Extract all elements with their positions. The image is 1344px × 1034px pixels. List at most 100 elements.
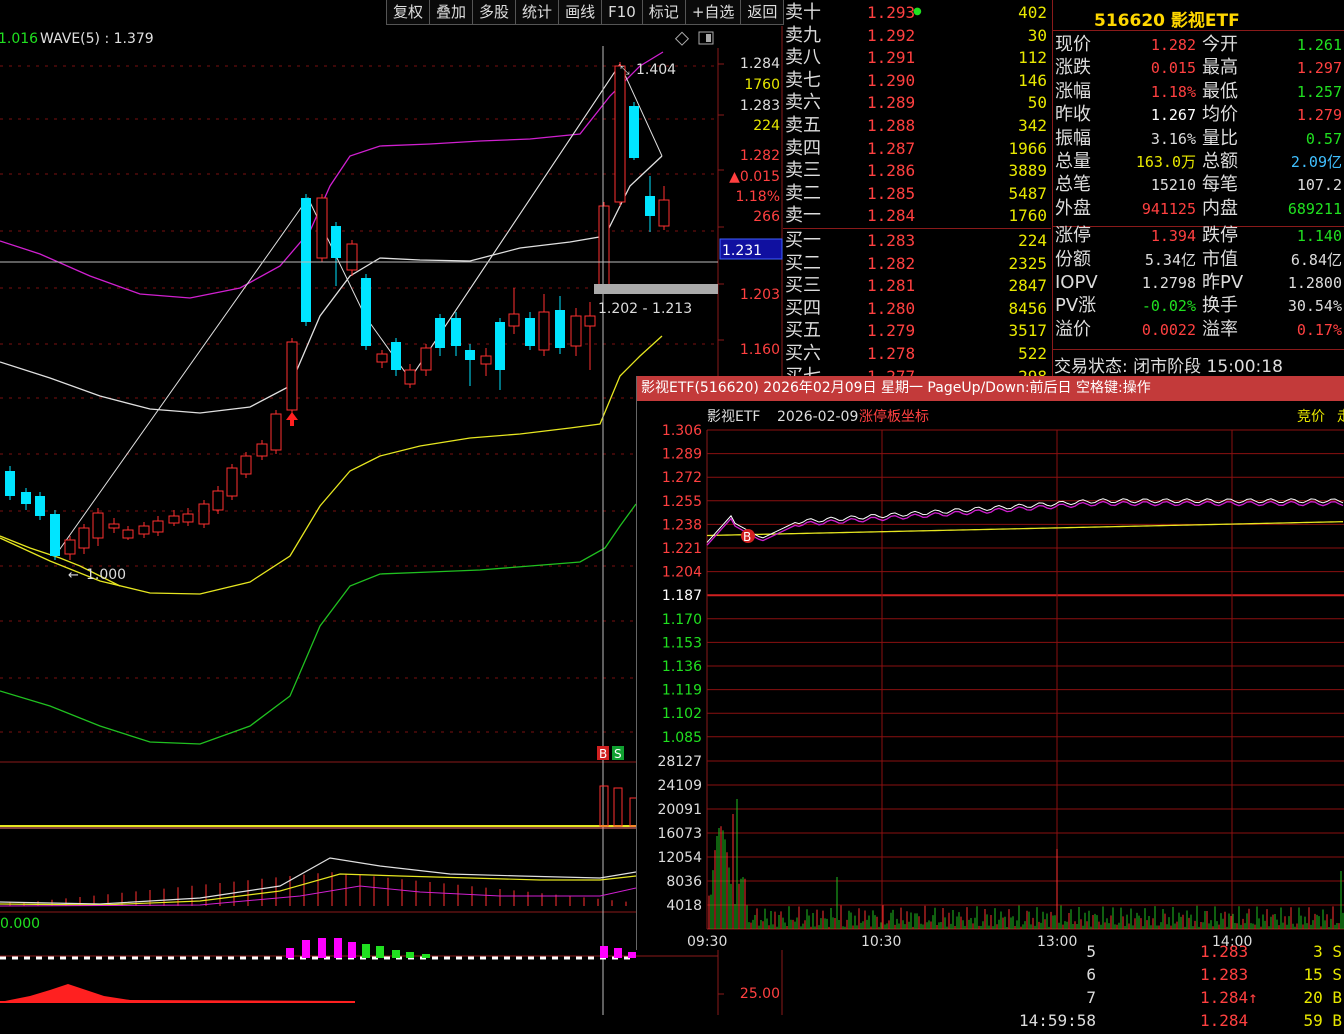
price-tick-5: 1.221 [662, 541, 702, 557]
orderbook-volume: 112 [1018, 48, 1047, 68]
macd-bar [334, 938, 342, 958]
quote-value: 1.2798 [1141, 274, 1196, 292]
orderbook-row[interactable]: 买一 1.283 224 [783, 230, 1051, 253]
orderbook-row[interactable]: 卖六 1.289 50 [783, 92, 1051, 115]
price-tick-9: 1.153 [662, 635, 702, 651]
axis-label-9: 1.160 [740, 342, 780, 358]
orderbook-price: 1.293 [867, 3, 916, 22]
toolbar-button-3[interactable]: 统计 [515, 0, 560, 25]
candle-body [465, 350, 475, 360]
quote-value: 0.57 [1305, 129, 1342, 148]
macd-bar [318, 938, 326, 958]
orderbook-row[interactable]: 买三 1.281 2847 [783, 275, 1051, 298]
toolbar-button-1[interactable]: 叠加 [429, 0, 474, 25]
quote-value: 15210 [1150, 176, 1196, 195]
orderbook-row[interactable]: 买二 1.282 2325 [783, 253, 1051, 276]
time-tick-0: 09:30 [687, 934, 727, 950]
candle-body [168, 515, 180, 524]
macd-bar [600, 946, 608, 958]
orderbook-row[interactable]: 卖七 1.290 146 [783, 70, 1051, 93]
orderbook-price: 1.284 [867, 206, 916, 226]
low-marker-icon: ← [68, 568, 79, 583]
quote-row: 外盘 941125 内盘 689211 [1052, 198, 1344, 221]
toolbar-button-5[interactable]: F10 [601, 0, 643, 25]
tick-tail: 3 S [1313, 942, 1342, 961]
orderbook-level-name: 卖三 [785, 160, 821, 182]
popup-title-bar[interactable]: 影视ETF(516620) 2026年02月09日 星期一 PageUp/Dow… [637, 376, 1344, 401]
quote-value: 941125 [1141, 199, 1196, 218]
wave-label: WAVE(5) : 1.379 [40, 31, 154, 47]
toolbar-button-4[interactable]: 画线 [558, 0, 603, 25]
orderbook-row[interactable]: 卖二 1.285 5487 [783, 183, 1051, 206]
macd-bar [392, 950, 400, 958]
quote-label: 振幅 [1055, 127, 1091, 149]
sub-panel-label: 0.000 [0, 916, 40, 932]
quote-label: 总额 [1202, 151, 1238, 172]
candle-body [270, 413, 282, 451]
quote-label: 总量 [1055, 151, 1091, 172]
candle-body [21, 492, 31, 504]
orderbook-level-name: 卖五 [785, 115, 821, 136]
quote-value: 163.0万 [1135, 153, 1196, 171]
orderbook-row[interactable]: 卖四 1.287 1966 [783, 138, 1051, 161]
candle-body [525, 318, 535, 346]
candle-body [286, 341, 298, 411]
candle-body [508, 313, 520, 327]
toolbar-button-7[interactable]: +自选 [684, 0, 742, 25]
toolbar-button-8[interactable]: 返回 [740, 0, 785, 25]
candle-body [92, 512, 104, 539]
orderbook-price: 1.289 [867, 93, 916, 113]
quote-label: 溢率 [1202, 318, 1238, 340]
orderbook-level-name: 卖七 [785, 69, 821, 91]
orderbook-volume: 1760 [1008, 206, 1047, 226]
orderbook-row[interactable]: 买五 1.279 3517 [783, 320, 1051, 343]
tick-tail: 59 B [1303, 1011, 1342, 1030]
trade-status: 交易状态: 闭市阶段 15:00:18 [1054, 357, 1283, 377]
orderbook-row[interactable]: 卖五 1.288 342 [783, 115, 1051, 138]
quote-value: 0.17% [1296, 320, 1342, 339]
quote-label: 昨PV [1202, 272, 1244, 293]
orderbook-volume: 2847 [1008, 276, 1047, 296]
orderbook-row[interactable]: 卖三 1.286 3889 [783, 160, 1051, 183]
orderbook-price: 1.280 [867, 298, 916, 318]
orderbook-price: 1.286 [867, 161, 916, 181]
wave-left-value: 1.016 [0, 31, 38, 47]
orderbook-volume: 3889 [1008, 161, 1047, 181]
orderbook-level-name: 卖四 [785, 137, 821, 159]
orderbook-row[interactable]: 买四 1.280 8456 [783, 298, 1051, 321]
quote-value: 1.261 [1296, 36, 1342, 54]
orderbook-row[interactable]: 卖九 1.292 30 [783, 25, 1051, 48]
candle-body [570, 315, 582, 347]
candle-body [108, 523, 120, 529]
tick-row: 6 1.283 15 S [1052, 965, 1344, 988]
orderbook-volume: 8456 [1008, 298, 1047, 318]
toolbar-button-6[interactable]: 标记 [641, 0, 686, 25]
candle-body [451, 318, 461, 346]
quote-label: 份额 [1055, 248, 1091, 270]
buy-arrow-icon [286, 412, 298, 426]
price-tick-8: 1.170 [662, 612, 702, 628]
orderbook-volume: 146 [1018, 70, 1047, 90]
intraday-popup[interactable]: 影视ETF(516620) 2026年02月09日 星期一 PageUp/Dow… [636, 376, 1344, 950]
quote-label: 最高 [1202, 57, 1238, 79]
candle-body [420, 347, 432, 371]
orderbook-level-name: 卖六 [785, 92, 821, 114]
current-price-tag: 1.231 [722, 243, 762, 259]
orderbook-level-name: 卖一 [785, 205, 821, 227]
quote-label: 涨跌 [1055, 57, 1091, 79]
orderbook-row[interactable]: 买六 1.278 522 [783, 343, 1051, 366]
quote-value: 107.2 [1296, 176, 1342, 195]
orderbook-row[interactable]: 卖一 1.284 1760 [783, 205, 1051, 228]
quote-label: 外盘 [1055, 197, 1091, 219]
quote-label: PV涨 [1055, 295, 1097, 317]
tick-price: 1.283 [1200, 942, 1249, 961]
tick-tail: 20 B [1303, 988, 1342, 1007]
orderbook-row[interactable]: 卖八 1.291 112 [783, 47, 1051, 70]
price-tick-10: 1.136 [662, 659, 702, 675]
toolbar-button-2[interactable]: 多股 [472, 0, 517, 25]
range-label: 1.202 - 1.213 [598, 301, 692, 317]
intraday-chart[interactable]: 影视ETF 2026-02-09涨停板坐标 竞价走 1.306 1.289 1.272 1.… [637, 401, 1344, 950]
quote-label: 溢价 [1055, 318, 1091, 340]
quote-label: 最低 [1202, 80, 1238, 102]
toolbar-button-0[interactable]: 复权 [386, 0, 431, 25]
